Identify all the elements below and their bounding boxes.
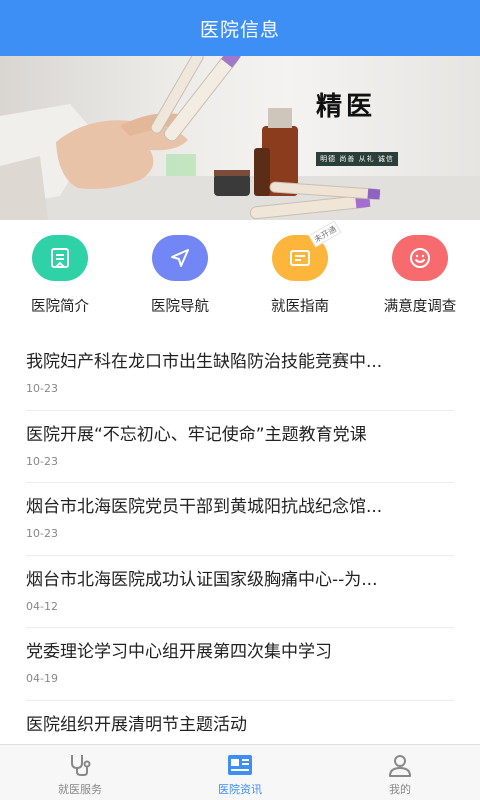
news-title: 医院组织开展清明节主题活动: [26, 714, 247, 735]
quick-item-satisfaction-survey[interactable]: 满意度调查: [360, 220, 480, 338]
page-title: 医院信息: [199, 18, 280, 41]
tab-my-profile[interactable]: 我的: [320, 745, 480, 800]
news-title: 我院妇产科在龙口市出生缺陷防治技能竞赛中...: [26, 352, 383, 372]
document-icon: [51, 248, 69, 268]
quick-item-hospital-navigation[interactable]: 医院导航: [120, 220, 240, 338]
quick-item-label: 就医指南: [271, 299, 329, 315]
page-header: 医院信息: [0, 0, 480, 56]
news-title: 医院开展“不忘初心、牢记使命”主题教育党课: [26, 424, 367, 445]
banner-image: [0, 56, 480, 220]
navigation-arrow-icon: [171, 249, 189, 267]
quick-item-medical-guide[interactable]: 未开通 就医指南: [240, 220, 360, 338]
news-item[interactable]: 烟台市北海医院党员干部到黄城阳抗战纪念馆... 10-23: [26, 483, 454, 556]
guide-icon: [290, 250, 310, 266]
user-icon: [389, 755, 411, 777]
medical-guide-icon-circle: 未开通: [272, 220, 342, 281]
news-list: 我院妇产科在龙口市出生缺陷防治技能竞赛中... 10-23 医院开展“不忘初心、…: [0, 338, 480, 773]
tab-label: 医院资讯: [218, 783, 262, 796]
news-item[interactable]: 我院妇产科在龙口市出生缺陷防治技能竞赛中... 10-23: [26, 338, 454, 411]
news-title: 烟台市北海医院党员干部到黄城阳抗战纪念馆...: [26, 497, 383, 517]
news-date: 10-23: [26, 527, 58, 540]
quick-item-label: 医院导航: [151, 299, 209, 315]
news-item[interactable]: 医院开展“不忘初心、牢记使命”主题教育党课 10-23: [26, 411, 454, 483]
tab-medical-service[interactable]: 就医服务: [0, 745, 160, 800]
stethoscope-icon: [71, 755, 91, 776]
quick-item-hospital-intro[interactable]: 医院简介: [0, 220, 120, 338]
news-item[interactable]: 烟台市北海医院成功认证国家级胸痛中心--为... 04-12: [26, 556, 454, 628]
news-title: 党委理论学习中心组开展第四次集中学习: [26, 642, 332, 662]
bottom-tab-bar: 就医服务 医院资讯 我的: [0, 744, 480, 800]
satisfaction-survey-icon-circle: [392, 235, 448, 281]
news-title: 烟台市北海医院成功认证国家级胸痛中心--为...: [26, 569, 378, 590]
news-date: 04-12: [26, 599, 58, 613]
tab-label: 我的: [389, 783, 411, 796]
quick-item-label: 满意度调查: [383, 299, 457, 315]
quick-menu: 医院简介 医院导航 未开通 就医指南 满意度调查: [0, 220, 480, 338]
news-item[interactable]: 党委理论学习中心组开展第四次集中学习 04-19: [26, 628, 454, 701]
not-available-badge: 未开通: [308, 220, 342, 248]
news-icon: [228, 755, 252, 775]
quick-item-label: 医院简介: [31, 299, 89, 315]
banner-slogan: 明德 尚善 从礼 诚信: [316, 152, 398, 166]
tab-hospital-news[interactable]: 医院资讯: [160, 745, 320, 800]
hero-banner[interactable]: 精医 明德 尚善 从礼 诚信: [0, 56, 480, 220]
smile-icon: [410, 248, 430, 268]
hospital-navigation-icon-circle: [152, 235, 208, 281]
news-date: 04-19: [26, 672, 58, 685]
tab-label: 就医服务: [58, 783, 102, 796]
news-date: 10-23: [26, 382, 58, 395]
hospital-intro-icon-circle: [32, 235, 88, 281]
banner-calligraphy: 精医: [316, 92, 377, 122]
news-date: 10-23: [26, 454, 58, 468]
